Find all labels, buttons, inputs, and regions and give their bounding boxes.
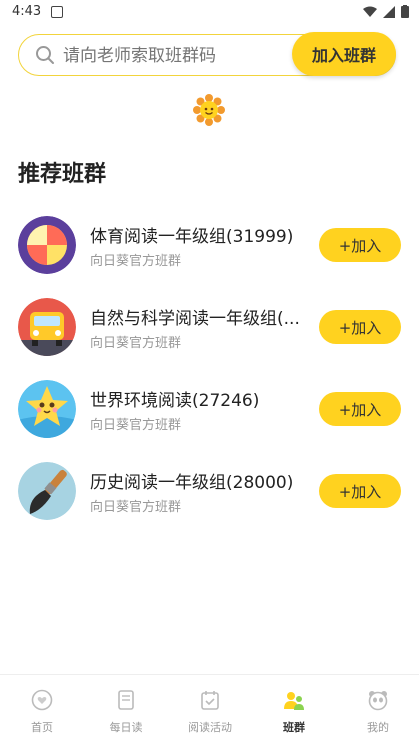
battery-icon	[401, 5, 409, 18]
search-input[interactable]	[61, 44, 295, 68]
tab-home[interactable]: 首页	[0, 687, 84, 737]
tab-mine[interactable]: 我的	[336, 687, 419, 737]
tab-label: 阅读活动	[188, 721, 232, 734]
status-bar: 4:43	[0, 0, 419, 24]
tab-label: 首页	[31, 721, 53, 734]
group-owner: 向日葵官方班群	[90, 254, 182, 269]
add-group-button[interactable]: +加入	[319, 228, 401, 262]
group-name: 世界环境阅读(27246)	[90, 391, 260, 411]
list-item[interactable]: 世界环境阅读(27246) 向日葵官方班群 +加入	[0, 376, 419, 442]
join-group-button[interactable]: 加入班群	[292, 32, 396, 76]
book-icon	[118, 690, 134, 710]
status-icons	[363, 5, 409, 18]
add-group-button[interactable]: +加入	[319, 474, 401, 508]
group-owner: 向日葵官方班群	[90, 500, 182, 515]
group-name: 历史阅读一年级组(28000)	[90, 473, 294, 493]
search-bar: 加入班群	[18, 32, 396, 76]
panda-face-icon	[368, 691, 388, 711]
group-icon	[284, 692, 304, 710]
group-owner: 向日葵官方班群	[90, 418, 182, 433]
tab-class-group[interactable]: 班群	[252, 687, 336, 737]
tab-reading-activity[interactable]: 阅读活动	[168, 687, 252, 737]
tab-label: 班群	[283, 721, 305, 734]
heart-home-icon	[31, 689, 53, 711]
sunflower-icon	[193, 94, 225, 126]
group-name: 体育阅读一年级组(31999)	[90, 227, 294, 247]
add-group-button[interactable]: +加入	[319, 392, 401, 426]
signal-icon	[383, 5, 395, 18]
section-title: 推荐班群	[18, 162, 107, 187]
add-group-button[interactable]: +加入	[319, 310, 401, 344]
tab-label: 每日读	[109, 721, 143, 734]
tab-label: 我的	[367, 721, 389, 734]
list-item[interactable]: 自然与科学阅读一年级组(... 向日葵官方班群 +加入	[0, 294, 419, 360]
wifi-icon	[363, 6, 377, 17]
status-time: 4:43	[12, 4, 42, 19]
bottom-tab-bar: 首页 每日读 阅读活动 班群 我的	[0, 674, 419, 745]
tab-daily-read[interactable]: 每日读	[84, 687, 168, 737]
star-character-icon	[18, 380, 76, 438]
calendar-check-icon	[201, 691, 219, 710]
car-icon	[18, 298, 76, 356]
brush-icon	[18, 462, 76, 520]
search-icon	[36, 46, 54, 64]
group-owner: 向日葵官方班群	[90, 336, 182, 351]
list-item[interactable]: 历史阅读一年级组(28000) 向日葵官方班群 +加入	[0, 458, 419, 524]
list-item[interactable]: 体育阅读一年级组(31999) 向日葵官方班群 +加入	[0, 212, 419, 278]
beach-ball-icon	[18, 216, 76, 274]
notification-app-icon	[51, 6, 63, 18]
group-name: 自然与科学阅读一年级组(...	[90, 309, 300, 329]
